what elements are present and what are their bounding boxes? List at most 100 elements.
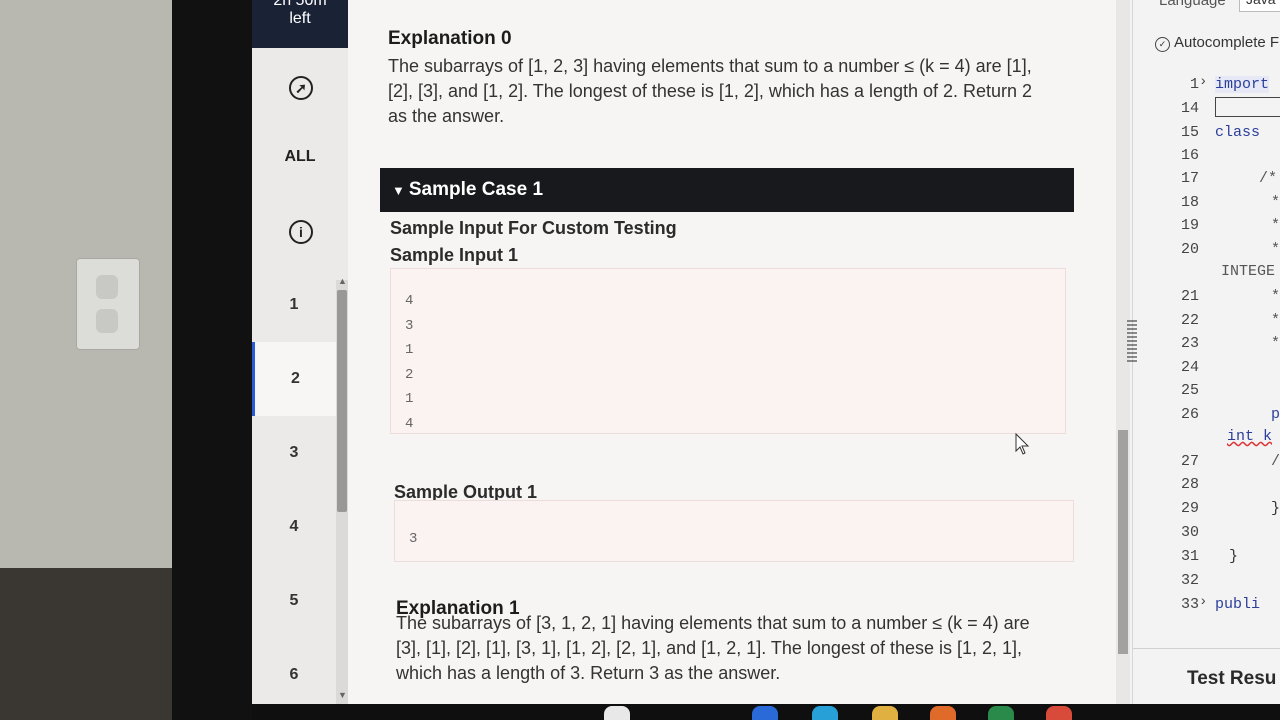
sample-input-line: 3	[405, 317, 414, 334]
background-floor	[0, 568, 172, 720]
line-number: 25	[1180, 382, 1199, 399]
line-number: 14	[1180, 100, 1199, 117]
wall-outlet	[76, 258, 140, 350]
time-remaining: 2h 50m left	[252, 0, 348, 48]
code-line: }	[1271, 500, 1280, 517]
line-number: 23	[1180, 335, 1199, 352]
scroll-up-icon[interactable]: ▲	[338, 276, 347, 286]
line-number: 30	[1180, 524, 1199, 541]
line-number: 22	[1180, 312, 1199, 329]
sample-output-box[interactable]: 3	[394, 500, 1074, 562]
code-line-selection	[1215, 97, 1280, 117]
line-number: 18	[1180, 194, 1199, 211]
line-number: 24	[1180, 359, 1199, 376]
sample-input-label: Sample Input 1	[390, 245, 519, 265]
language-label: Language	[1159, 0, 1226, 9]
sample-input-line: 4	[405, 415, 414, 432]
code-line: publi	[1215, 596, 1261, 613]
test-results-tab[interactable]: Test Resu	[1187, 668, 1276, 690]
line-number-gutter: 1 14 15 16 17 18 19 20 21 22 23 24 25 26…	[1133, 70, 1211, 650]
editor-toolbar: Language Java ✓ Autocomplete F	[1133, 0, 1280, 70]
line-number: 27	[1180, 453, 1199, 470]
nav-scrollbar[interactable]: ▲ ▼	[336, 276, 348, 704]
time-remaining-value: 2h 50m	[273, 0, 327, 9]
code-line: *	[1271, 335, 1280, 352]
scroll-down-icon[interactable]: ▼	[338, 690, 347, 700]
explanation-0-line: [2], [3], and [1, 2]. The longest of the…	[388, 81, 1033, 101]
compass-icon[interactable]: ➚	[289, 76, 313, 100]
sample-input-line: 4	[405, 293, 414, 309]
sample-input-line: 2	[405, 366, 414, 383]
taskbar-icon	[752, 706, 778, 720]
sample-input-box[interactable]: 4 3 1 2 1 4	[390, 268, 1066, 434]
sample-case-header[interactable]: ▼ Sample Case 1	[380, 168, 1074, 212]
mouse-cursor-icon	[1015, 432, 1030, 455]
line-number: 32	[1180, 572, 1199, 589]
editor-divider	[1133, 648, 1280, 649]
explanation-1-line: The subarrays of [3, 1, 2, 1] having ele…	[396, 613, 1030, 633]
question-item-3[interactable]: 3	[252, 416, 336, 490]
taskbar-icon	[1046, 706, 1072, 720]
time-remaining-label: left	[289, 10, 311, 27]
code-line: *	[1271, 217, 1280, 234]
sample-case-title: Sample Case 1	[408, 179, 544, 200]
line-number: 21	[1180, 288, 1199, 305]
language-select[interactable]: Java	[1239, 0, 1280, 12]
collapse-triangle-icon: ▼	[392, 183, 405, 198]
code-line: pu	[1271, 406, 1280, 423]
line-number: 17	[1180, 170, 1199, 187]
line-number: 29	[1180, 500, 1199, 517]
fold-chevron-icon[interactable]: ›	[1199, 594, 1207, 610]
explanation-0-line: as the answer.	[388, 106, 505, 126]
nav-scroll-thumb[interactable]	[337, 290, 347, 512]
line-number: 33	[1180, 596, 1199, 613]
code-line: class	[1215, 124, 1261, 141]
content-scroll-thumb[interactable]	[1118, 430, 1128, 654]
line-number: 31	[1180, 548, 1199, 565]
code-editor-panel: Language Java ✓ Autocomplete F 1 14 15 16…	[1127, 0, 1280, 704]
question-item-6[interactable]: 6	[252, 638, 336, 704]
explanation-1-line: [3], [1], [2], [1], [3, 1], [1, 2], [2, …	[396, 638, 1023, 658]
code-line: *	[1271, 312, 1280, 329]
info-icon[interactable]: i	[289, 220, 313, 244]
code-area[interactable]: import class /* * * * INTEGE * * * pu in…	[1215, 70, 1280, 650]
question-item-1[interactable]: 1	[252, 268, 336, 342]
taskbar-icon	[988, 706, 1014, 720]
custom-testing-label: Sample Input For Custom Testing	[390, 218, 677, 238]
explanation-1-line: which has a length of 3. Return 3 as the…	[396, 663, 781, 683]
taskbar-icon	[812, 706, 838, 720]
explanation-0-line: The subarrays of [1, 2, 3] having elemen…	[388, 56, 1032, 76]
question-item-5[interactable]: 5	[252, 564, 336, 638]
sample-output-line: 3	[409, 531, 418, 547]
autocomplete-label: Autocomplete F	[1174, 34, 1280, 51]
problem-content: Explanation 0 The subarrays of [1, 2, 3]…	[348, 0, 1116, 704]
explanation-0-text: The subarrays of [1, 2, 3] having elemen…	[388, 54, 1058, 129]
line-number: 26	[1180, 406, 1199, 423]
taskbar-icon	[872, 706, 898, 720]
sample-input-line: 1	[405, 342, 414, 358]
code-line: import	[1215, 76, 1270, 93]
screen: 2h 50m left ➚ ALL i 1 2 3 4 5 6 ▲ ▼ Expl…	[252, 0, 1280, 704]
all-questions-button[interactable]: ALL	[252, 148, 348, 166]
code-line: *	[1271, 288, 1280, 305]
code-line: *	[1271, 241, 1280, 258]
explanation-1-text: The subarrays of [3, 1, 2, 1] having ele…	[396, 611, 1066, 686]
line-number: 15	[1180, 124, 1199, 141]
explanation-0-title: Explanation 0	[388, 28, 512, 49]
taskbar-icon	[604, 706, 630, 720]
sample-input-line: 1	[405, 391, 414, 407]
line-number: 20	[1180, 241, 1199, 258]
line-number: 1	[1189, 76, 1199, 93]
question-item-4[interactable]: 4	[252, 490, 336, 564]
code-line: *	[1271, 194, 1280, 211]
check-circle-icon: ✓	[1155, 37, 1170, 52]
fold-chevron-icon[interactable]: ›	[1199, 74, 1207, 90]
autocomplete-toggle[interactable]: ✓ Autocomplete F	[1155, 34, 1279, 52]
question-item-2[interactable]: 2	[252, 342, 336, 416]
code-line: /	[1271, 453, 1280, 470]
question-list: 1 2 3 4 5 6	[252, 268, 336, 704]
question-nav: 2h 50m left ➚ ALL i 1 2 3 4 5 6 ▲ ▼	[252, 0, 348, 704]
line-number: 19	[1180, 217, 1199, 234]
code-line: int k	[1227, 428, 1273, 445]
code-line: /*	[1259, 170, 1278, 187]
